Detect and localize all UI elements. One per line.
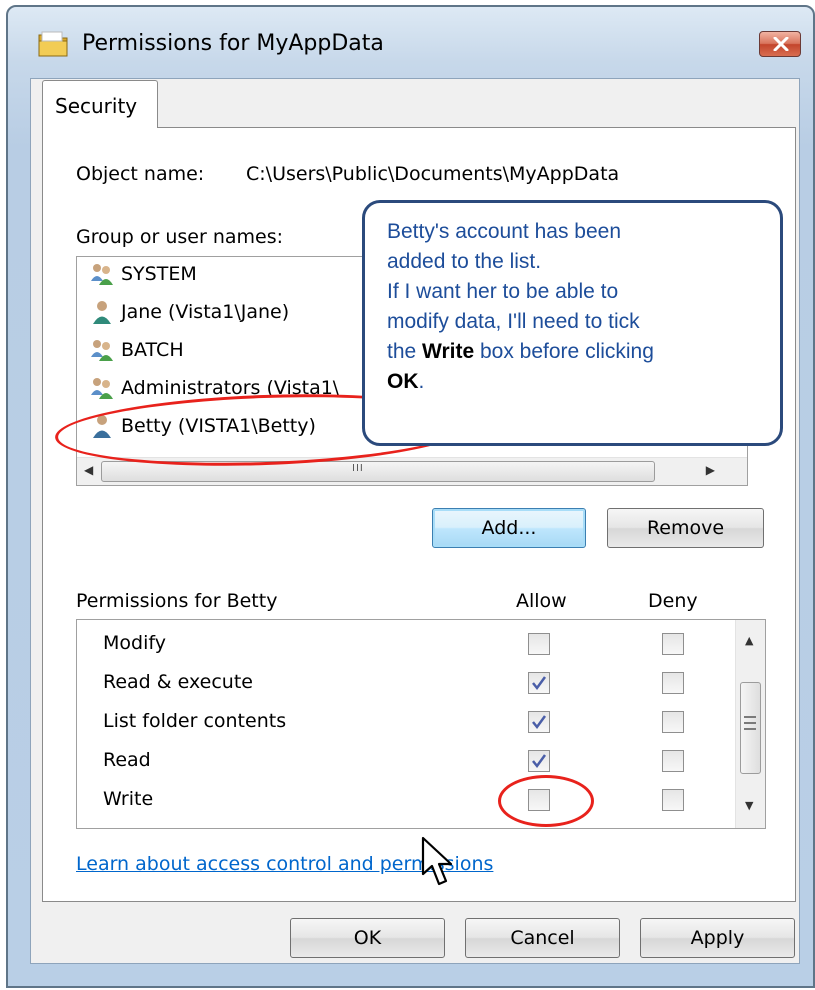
user-item-label: BATCH: [121, 339, 184, 361]
callout-line: Betty's account has been: [387, 220, 621, 243]
cancel-button[interactable]: Cancel: [465, 918, 620, 958]
group-icon: [89, 375, 115, 401]
checkmark-icon: [532, 715, 547, 730]
mouse-pointer-icon: [420, 836, 456, 892]
callout-bold-text: OK: [387, 370, 419, 393]
users-horizontal-scrollbar[interactable]: ◀ III ▶: [77, 457, 747, 485]
annotation-callout: Betty's account has been added to the li…: [362, 200, 783, 446]
deny-column-header: Deny: [648, 590, 698, 612]
callout-line: If I want her to be able to: [387, 280, 619, 303]
scroll-right-arrow-icon[interactable]: ▶: [706, 463, 715, 477]
permission-row-write: Write: [77, 782, 727, 820]
user-item-label: Jane (Vista1\Jane): [121, 301, 290, 323]
group-icon: [89, 261, 115, 287]
user-icon: [89, 413, 115, 439]
deny-write-checkbox[interactable]: [662, 789, 684, 811]
allow-list-folder-contents-checkbox[interactable]: [528, 711, 550, 733]
apply-button[interactable]: Apply: [640, 918, 795, 958]
group-icon: [89, 337, 115, 363]
user-item-label: Administrators (Vista1\: [121, 377, 340, 399]
close-button[interactable]: [759, 31, 801, 57]
permission-name: Read & execute: [103, 671, 253, 693]
permission-name: List folder contents: [103, 710, 287, 732]
group-user-names-label: Group or user names:: [76, 226, 284, 248]
allow-modify-checkbox[interactable]: [528, 633, 550, 655]
permission-name: Modify: [103, 632, 166, 654]
permission-row-read-execute: Read & execute: [77, 665, 727, 703]
callout-line: modify data, I'll need to tick: [387, 310, 640, 333]
callout-line: the Write box before clicking: [387, 337, 760, 367]
folder-icon: [36, 29, 70, 59]
callout-text: .: [418, 370, 425, 393]
permission-name: Read: [103, 749, 151, 771]
user-item-administrators[interactable]: Administrators (Vista1\: [89, 375, 339, 409]
allow-read-execute-checkbox[interactable]: [528, 672, 550, 694]
scroll-left-arrow-icon[interactable]: ◀: [84, 463, 93, 477]
permission-row-read: Read: [77, 743, 727, 781]
user-icon: [89, 299, 115, 325]
callout-text: the: [387, 340, 423, 363]
checkmark-icon: [532, 676, 547, 691]
scrollbar-thumb[interactable]: [101, 461, 655, 482]
deny-modify-checkbox[interactable]: [662, 633, 684, 655]
deny-partial-checkbox[interactable]: [662, 828, 684, 829]
callout-line: OK.: [387, 367, 760, 397]
permissions-vertical-scrollbar[interactable]: ▲ ▼: [735, 620, 765, 828]
permissions-listbox[interactable]: Modify Read & execute List folder conten…: [76, 619, 766, 829]
user-item-system[interactable]: SYSTEM: [89, 261, 197, 295]
screenshot-stage: Permissions for MyAppData Security Objec…: [0, 0, 815, 990]
deny-list-folder-contents-checkbox[interactable]: [662, 711, 684, 733]
title-bar[interactable]: Permissions for MyAppData: [8, 7, 813, 77]
user-item-batch[interactable]: BATCH: [89, 337, 184, 371]
ok-button[interactable]: OK: [290, 918, 445, 958]
deny-read-checkbox[interactable]: [662, 750, 684, 772]
permission-row-partial: [77, 821, 727, 829]
allow-column-header: Allow: [516, 590, 567, 612]
scroll-up-arrow-icon[interactable]: ▲: [745, 634, 753, 647]
callout-bold-text: Write: [422, 340, 475, 363]
user-item-label: SYSTEM: [121, 263, 197, 285]
scrollbar-grip-icon: III: [352, 463, 364, 474]
user-item-jane[interactable]: Jane (Vista1\Jane): [89, 299, 289, 333]
user-item-label: Betty (VISTA1\Betty): [121, 415, 316, 437]
scroll-down-arrow-icon[interactable]: ▼: [745, 799, 753, 812]
remove-button[interactable]: Remove: [607, 508, 764, 548]
permissions-for-label: Permissions for Betty: [76, 590, 278, 612]
allow-read-checkbox[interactable]: [528, 750, 550, 772]
callout-text: box before clicking: [474, 340, 654, 363]
add-button[interactable]: Add...: [432, 508, 586, 548]
permission-name: Write: [103, 788, 154, 810]
user-item-betty[interactable]: Betty (VISTA1\Betty): [89, 413, 316, 447]
checkmark-icon: [532, 754, 547, 769]
allow-write-checkbox[interactable]: [528, 789, 550, 811]
callout-line: added to the list.: [387, 250, 542, 273]
permission-row-modify: Modify: [77, 626, 727, 664]
window-title: Permissions for MyAppData: [82, 31, 384, 56]
object-name-label: Object name:: [76, 163, 205, 185]
object-name-value: C:\Users\Public\Documents\MyAppData: [246, 163, 620, 185]
deny-read-execute-checkbox[interactable]: [662, 672, 684, 694]
tab-security[interactable]: Security: [42, 80, 158, 128]
scrollbar-grip-icon: [744, 716, 756, 736]
permission-row-list-folder-contents: List folder contents: [77, 704, 727, 742]
